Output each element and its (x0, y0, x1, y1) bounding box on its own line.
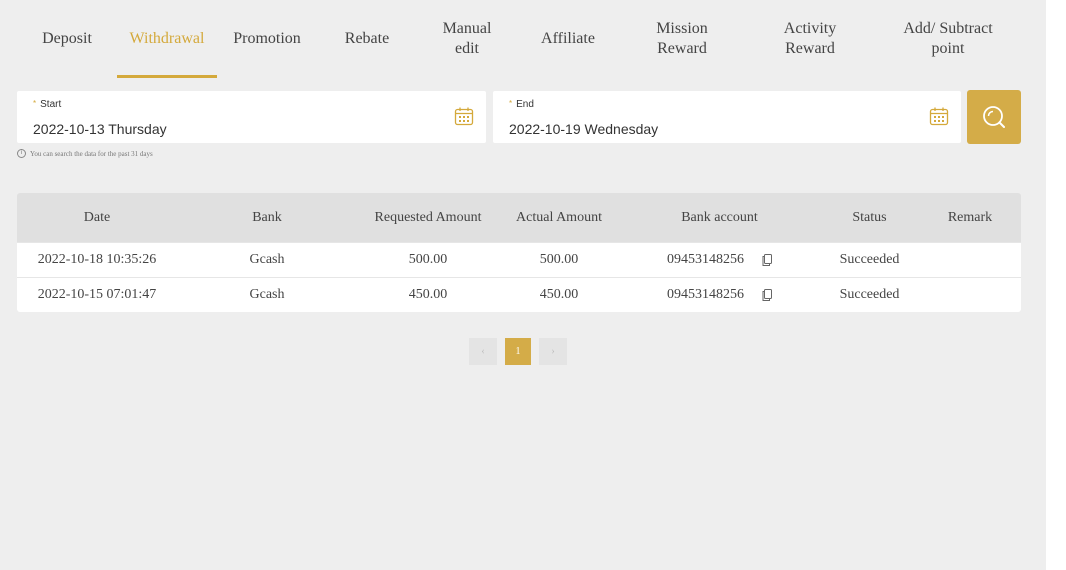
record-tabs: Deposit Withdrawal Promotion Rebate Manu… (17, 0, 1021, 78)
end-date-label: End (516, 99, 534, 110)
tab-mission-reward[interactable]: Mission Reward (619, 0, 745, 78)
calendar-icon[interactable] (929, 106, 949, 126)
bank-account-number: 09453148256 (667, 287, 744, 302)
tab-label: Activity Reward (783, 20, 837, 57)
search-button[interactable] (967, 90, 1021, 144)
withdrawal-panel: Deposit Withdrawal Promotion Rebate Manu… (0, 0, 1046, 570)
cell-requested-amount: 450.00 (408, 287, 448, 302)
copy-icon[interactable] (762, 254, 772, 266)
tab-affiliate[interactable]: Affiliate (517, 0, 619, 78)
header-actual-amount: Actual Amount (516, 209, 602, 225)
tab-add-subtract-point[interactable]: Add/ Subtract point (875, 0, 1021, 78)
cell-bank-account: 09453148256 (637, 278, 802, 312)
required-mark: * (509, 99, 513, 108)
cell-actual-amount: 500.00 (539, 252, 579, 267)
start-date-value: 2022-10-13 Thursday (33, 121, 167, 137)
copy-icon[interactable] (762, 289, 772, 301)
cell-remark (922, 278, 1018, 312)
required-mark: * (33, 99, 37, 108)
page-button-current[interactable]: 1 (505, 338, 531, 365)
header-requested-amount: Requested Amount (374, 209, 482, 225)
tab-label: Manual edit (442, 20, 492, 57)
prev-page-button[interactable]: ‹ (469, 338, 497, 365)
pagination: ‹ 1 › (469, 338, 567, 365)
start-date-label-wrap: * Start (33, 99, 61, 110)
search-hint: i You can search the data for the past 3… (17, 149, 153, 158)
end-date-field[interactable]: * End 2022-10-19 Wednesday (493, 91, 961, 143)
tab-manual-edit[interactable]: Manual edit (417, 0, 517, 78)
tab-label: Promotion (233, 30, 301, 47)
tab-label: Affiliate (541, 30, 595, 47)
cell-date: 2022-10-18 10:35:26 (37, 252, 157, 267)
withdrawal-table: Date Bank Requested Amount Actual Amount… (17, 193, 1021, 312)
cell-status: Succeeded (839, 287, 900, 302)
cell-actual-amount: 450.00 (539, 287, 579, 302)
table-row: 2022-10-15 07:01:47 Gcash 450.00 450.00 … (17, 277, 1021, 312)
calendar-icon[interactable] (454, 106, 474, 126)
tab-rebate[interactable]: Rebate (317, 0, 417, 78)
tab-activity-reward[interactable]: Activity Reward (745, 0, 875, 78)
header-status: Status (852, 209, 887, 225)
start-date-field[interactable]: * Start 2022-10-13 Thursday (17, 91, 486, 143)
end-date-label-wrap: * End (509, 99, 534, 110)
cell-requested-amount: 500.00 (408, 252, 448, 267)
header-remark: Remark (947, 209, 993, 225)
table-header: Date Bank Requested Amount Actual Amount… (17, 193, 1021, 242)
tab-deposit[interactable]: Deposit (17, 0, 117, 78)
end-date-value: 2022-10-19 Wednesday (509, 121, 659, 137)
info-icon: i (17, 149, 26, 158)
cell-bank-account: 09453148256 (637, 243, 802, 277)
search-hint-text: You can search the data for the past 31 … (30, 149, 153, 158)
cell-remark (922, 243, 1018, 277)
cell-bank: Gcash (249, 252, 285, 267)
tab-label: Deposit (42, 30, 92, 47)
header-bank: Bank (252, 209, 282, 225)
header-bank-account: Bank account (681, 209, 758, 225)
tab-promotion[interactable]: Promotion (217, 0, 317, 78)
next-page-button[interactable]: › (539, 338, 567, 365)
cell-date: 2022-10-15 07:01:47 (37, 287, 157, 302)
header-date: Date (83, 209, 111, 225)
cell-bank: Gcash (249, 287, 285, 302)
search-icon (983, 106, 1005, 128)
cell-status: Succeeded (839, 252, 900, 267)
bank-account-number: 09453148256 (667, 252, 744, 267)
tab-label: Add/ Subtract point (903, 20, 993, 57)
tab-label: Withdrawal (129, 30, 205, 47)
tab-withdrawal[interactable]: Withdrawal (117, 0, 217, 78)
tab-label: Mission Reward (656, 20, 708, 57)
tab-label: Rebate (344, 30, 390, 47)
table-row: 2022-10-18 10:35:26 Gcash 500.00 500.00 … (17, 242, 1021, 277)
start-date-label: Start (40, 99, 62, 110)
